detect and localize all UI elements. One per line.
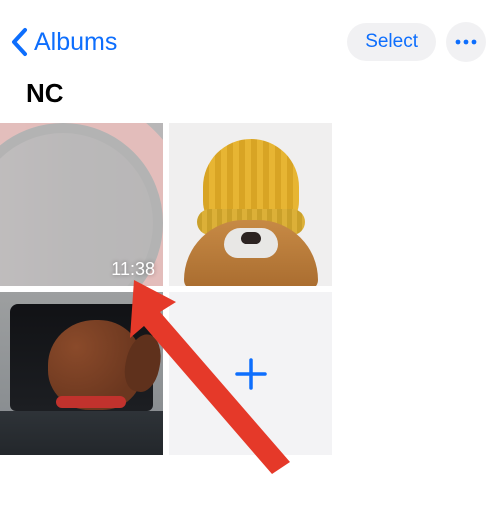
plus-icon <box>234 357 268 391</box>
select-button[interactable]: Select <box>347 23 436 61</box>
back-button[interactable]: Albums <box>10 27 117 57</box>
add-photo-button[interactable] <box>169 292 332 455</box>
thumbnail-art <box>0 411 163 455</box>
photo-thumbnail[interactable] <box>169 123 332 286</box>
album-title: NC <box>0 72 500 123</box>
select-button-label: Select <box>365 31 418 52</box>
thumbnail-art <box>241 232 261 244</box>
thumbnail-art <box>56 396 126 408</box>
ellipsis-icon <box>455 39 477 45</box>
nav-right-actions: Select <box>347 22 486 62</box>
more-button[interactable] <box>446 22 486 62</box>
back-label: Albums <box>34 28 117 57</box>
chevron-left-icon <box>10 27 30 57</box>
photo-grid: 11:38 <box>0 123 500 455</box>
photo-thumbnail[interactable]: 11:38 <box>0 123 163 286</box>
video-duration: 11:38 <box>111 259 155 280</box>
photo-thumbnail[interactable] <box>0 292 163 455</box>
nav-bar: Albums Select <box>0 0 500 72</box>
